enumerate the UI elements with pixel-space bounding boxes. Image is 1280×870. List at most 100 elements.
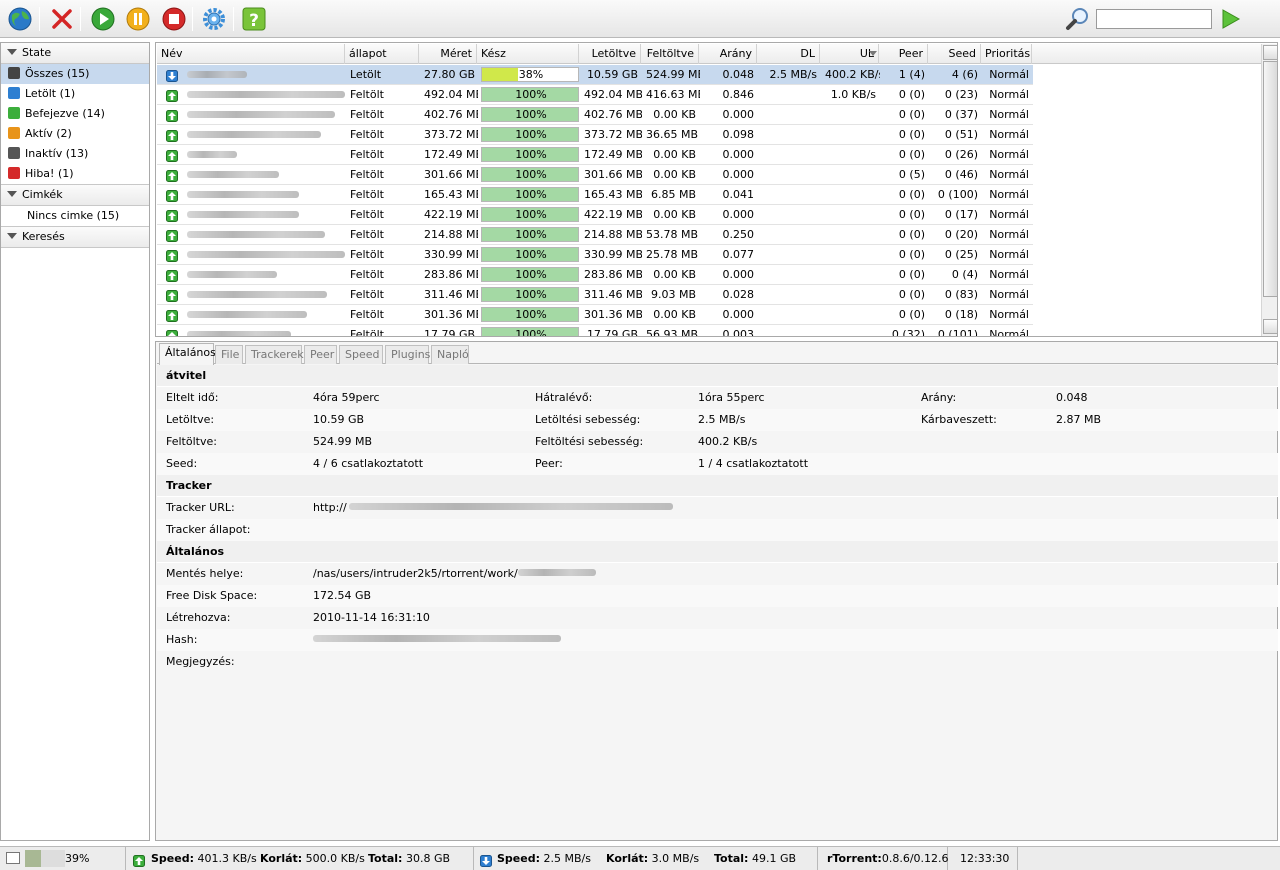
add-torrent-button[interactable] <box>6 5 34 33</box>
search-header[interactable]: Keresés <box>1 227 149 248</box>
details-panel: Általános File Trackerek Peer Speed Plugins Na… <box>155 341 1278 841</box>
table-row[interactable]: Feltölt 214.88 MB 100% 214.88 MB 53.78 MB 0.2… <box>157 225 1033 245</box>
ul-cell <box>821 165 880 184</box>
pause-button[interactable] <box>124 5 152 33</box>
sidebar-item-state[interactable]: Inaktív (13) <box>1 144 149 164</box>
ul-cell <box>821 265 880 284</box>
column-header[interactable]: Kész <box>477 44 579 64</box>
table-row[interactable]: Feltölt 422.19 MB 100% 422.19 MB 0.00 KB 0.00… <box>157 205 1033 225</box>
tab-4[interactable]: Speed <box>339 345 383 364</box>
tab-2[interactable]: Trackerek <box>245 345 304 364</box>
table-row[interactable]: Feltölt 17.79 GB 100% 17.79 GB 56.93 MB 0.003… <box>157 325 1033 337</box>
tab-1[interactable]: File <box>215 345 243 364</box>
ratio-cell: 0.098 <box>722 128 755 141</box>
table-header: Név állapot Méret Kész Letöltve Feltöltve Arán… <box>157 44 1263 64</box>
column-header[interactable]: DL <box>757 44 820 64</box>
state-header[interactable]: State <box>1 43 149 64</box>
search-go-button[interactable] <box>1216 5 1244 33</box>
downloaded-cell: 373.72 MB <box>584 128 642 141</box>
column-header[interactable]: Letöltve <box>579 44 641 64</box>
search-input[interactable] <box>1096 9 1212 29</box>
remove-button[interactable] <box>48 5 76 33</box>
seed-cell: 0 (26) <box>944 148 978 161</box>
size-cell: 492.04 MB <box>424 88 478 101</box>
sidebar-item-state[interactable]: Aktív (2) <box>1 124 149 144</box>
status-cell: Feltölt <box>350 228 384 241</box>
progress-bar: 100% <box>481 267 579 282</box>
peer-cell: 0 (0) <box>898 288 925 301</box>
status-cell: Feltölt <box>350 108 384 121</box>
tab-3[interactable]: Peer <box>304 345 337 364</box>
table-row[interactable]: Letölt 27.80 GB 38% 10.59 GB 524.99 MB 0.048 2… <box>157 65 1033 85</box>
column-header[interactable]: Feltöltve <box>641 44 699 64</box>
search-icon[interactable] <box>1064 5 1092 33</box>
dl-cell <box>758 145 821 164</box>
ul-cell <box>821 205 880 224</box>
sidebar-item-state[interactable]: Összes (15) <box>1 64 149 84</box>
column-header[interactable]: Peer <box>879 44 928 64</box>
table-row[interactable]: Feltölt 172.49 MB 100% 172.49 MB 0.00 KB 0.00… <box>157 145 1033 165</box>
priority-cell: Normál <box>989 168 1029 181</box>
progress-cell: 100% <box>478 245 580 264</box>
priority-cell: Normál <box>989 308 1029 321</box>
seed-cell: 0 (83) <box>944 288 978 301</box>
size-cell: 214.88 MB <box>424 228 478 241</box>
column-header[interactable]: Arány <box>699 44 757 64</box>
upload-arrow-icon <box>166 229 178 242</box>
sidebar-item-state[interactable]: Hiba! (1) <box>1 164 149 184</box>
downloaded-value: 10.59 GB <box>313 413 365 426</box>
ul-cell <box>821 245 880 264</box>
table-row[interactable]: Feltölt 330.99 MB 100% 330.99 MB 25.78 MB 0.0… <box>157 245 1033 265</box>
sidebar-item-no-label[interactable]: Nincs cimke (15) <box>1 206 149 226</box>
stop-button[interactable] <box>160 5 188 33</box>
scroll-up-button[interactable] <box>1263 45 1277 60</box>
redacted-text <box>187 291 327 298</box>
table-row[interactable]: Feltölt 492.04 MB 100% 492.04 MB 416.63 MB 0.… <box>157 85 1033 105</box>
table-row[interactable]: Feltölt 311.46 MB 100% 311.46 MB 9.03 MB 0.02… <box>157 285 1033 305</box>
column-header[interactable]: Méret <box>419 44 477 64</box>
collapse-triangle-icon <box>7 49 17 55</box>
settings-button[interactable] <box>200 5 228 33</box>
help-button[interactable]: ? <box>240 5 268 33</box>
labels-header[interactable]: Cimkék <box>1 185 149 206</box>
status-cell: Feltölt <box>350 248 384 261</box>
ul-cell <box>821 305 880 324</box>
ul-cell <box>821 105 880 124</box>
sidebar-item-state[interactable]: Letölt (1) <box>1 84 149 104</box>
column-header[interactable]: Prioritás <box>981 44 1032 64</box>
detail-row: Hash: <box>157 629 1278 651</box>
table-row[interactable]: Feltölt 373.72 MB 100% 373.72 MB 36.65 MB 0.0… <box>157 125 1033 145</box>
redacted-text <box>187 131 321 138</box>
downloaded-cell: 214.88 MB <box>584 228 642 241</box>
status-cell: Feltölt <box>350 168 384 181</box>
upload-arrow-icon <box>166 289 178 302</box>
table-row[interactable]: Feltölt 402.76 MB 100% 402.76 MB 0.00 KB 0.00… <box>157 105 1033 125</box>
column-header[interactable]: Seed <box>928 44 981 64</box>
tab-0[interactable]: Általános <box>159 343 216 365</box>
sidebar-item-state[interactable]: Befejezve (14) <box>1 104 149 124</box>
column-header[interactable]: állapot <box>345 44 419 64</box>
download-speed-value: 2.5 MB/s <box>698 413 746 426</box>
scroll-down-button[interactable] <box>1263 319 1277 334</box>
dl-cell: 2.5 MB/s <box>769 68 817 81</box>
globe-icon <box>8 7 32 31</box>
priority-cell: Normál <box>989 188 1029 201</box>
start-button[interactable] <box>89 5 117 33</box>
torrent-name-cell <box>158 205 346 224</box>
table-row[interactable]: Feltölt 283.86 MB 100% 283.86 MB 0.00 KB 0.00… <box>157 265 1033 285</box>
table-row[interactable]: Feltölt 165.43 MB 100% 165.43 MB 6.85 MB 0.04… <box>157 185 1033 205</box>
scroll-thumb[interactable] <box>1263 61 1277 297</box>
seed-cell: 0 (51) <box>944 128 978 141</box>
upload-arrow-icon <box>166 249 178 262</box>
column-header[interactable]: Név <box>157 44 345 64</box>
downloaded-cell: 301.66 MB <box>584 168 642 181</box>
detail-row: Megjegyzés: <box>166 655 235 668</box>
table-scrollbar[interactable] <box>1261 44 1277 336</box>
upload-arrow-icon <box>166 149 178 162</box>
tab-5[interactable]: Plugins <box>385 345 430 364</box>
tab-6[interactable]: Napló <box>431 345 469 364</box>
table-row[interactable]: Feltölt 301.66 MB 100% 301.66 MB 0.00 KB 0.00… <box>157 165 1033 185</box>
priority-cell: Normál <box>989 328 1029 337</box>
table-row[interactable]: Feltölt 301.36 MB 100% 301.36 MB 0.00 KB 0.00… <box>157 305 1033 325</box>
peer-cell: 0 (0) <box>898 128 925 141</box>
